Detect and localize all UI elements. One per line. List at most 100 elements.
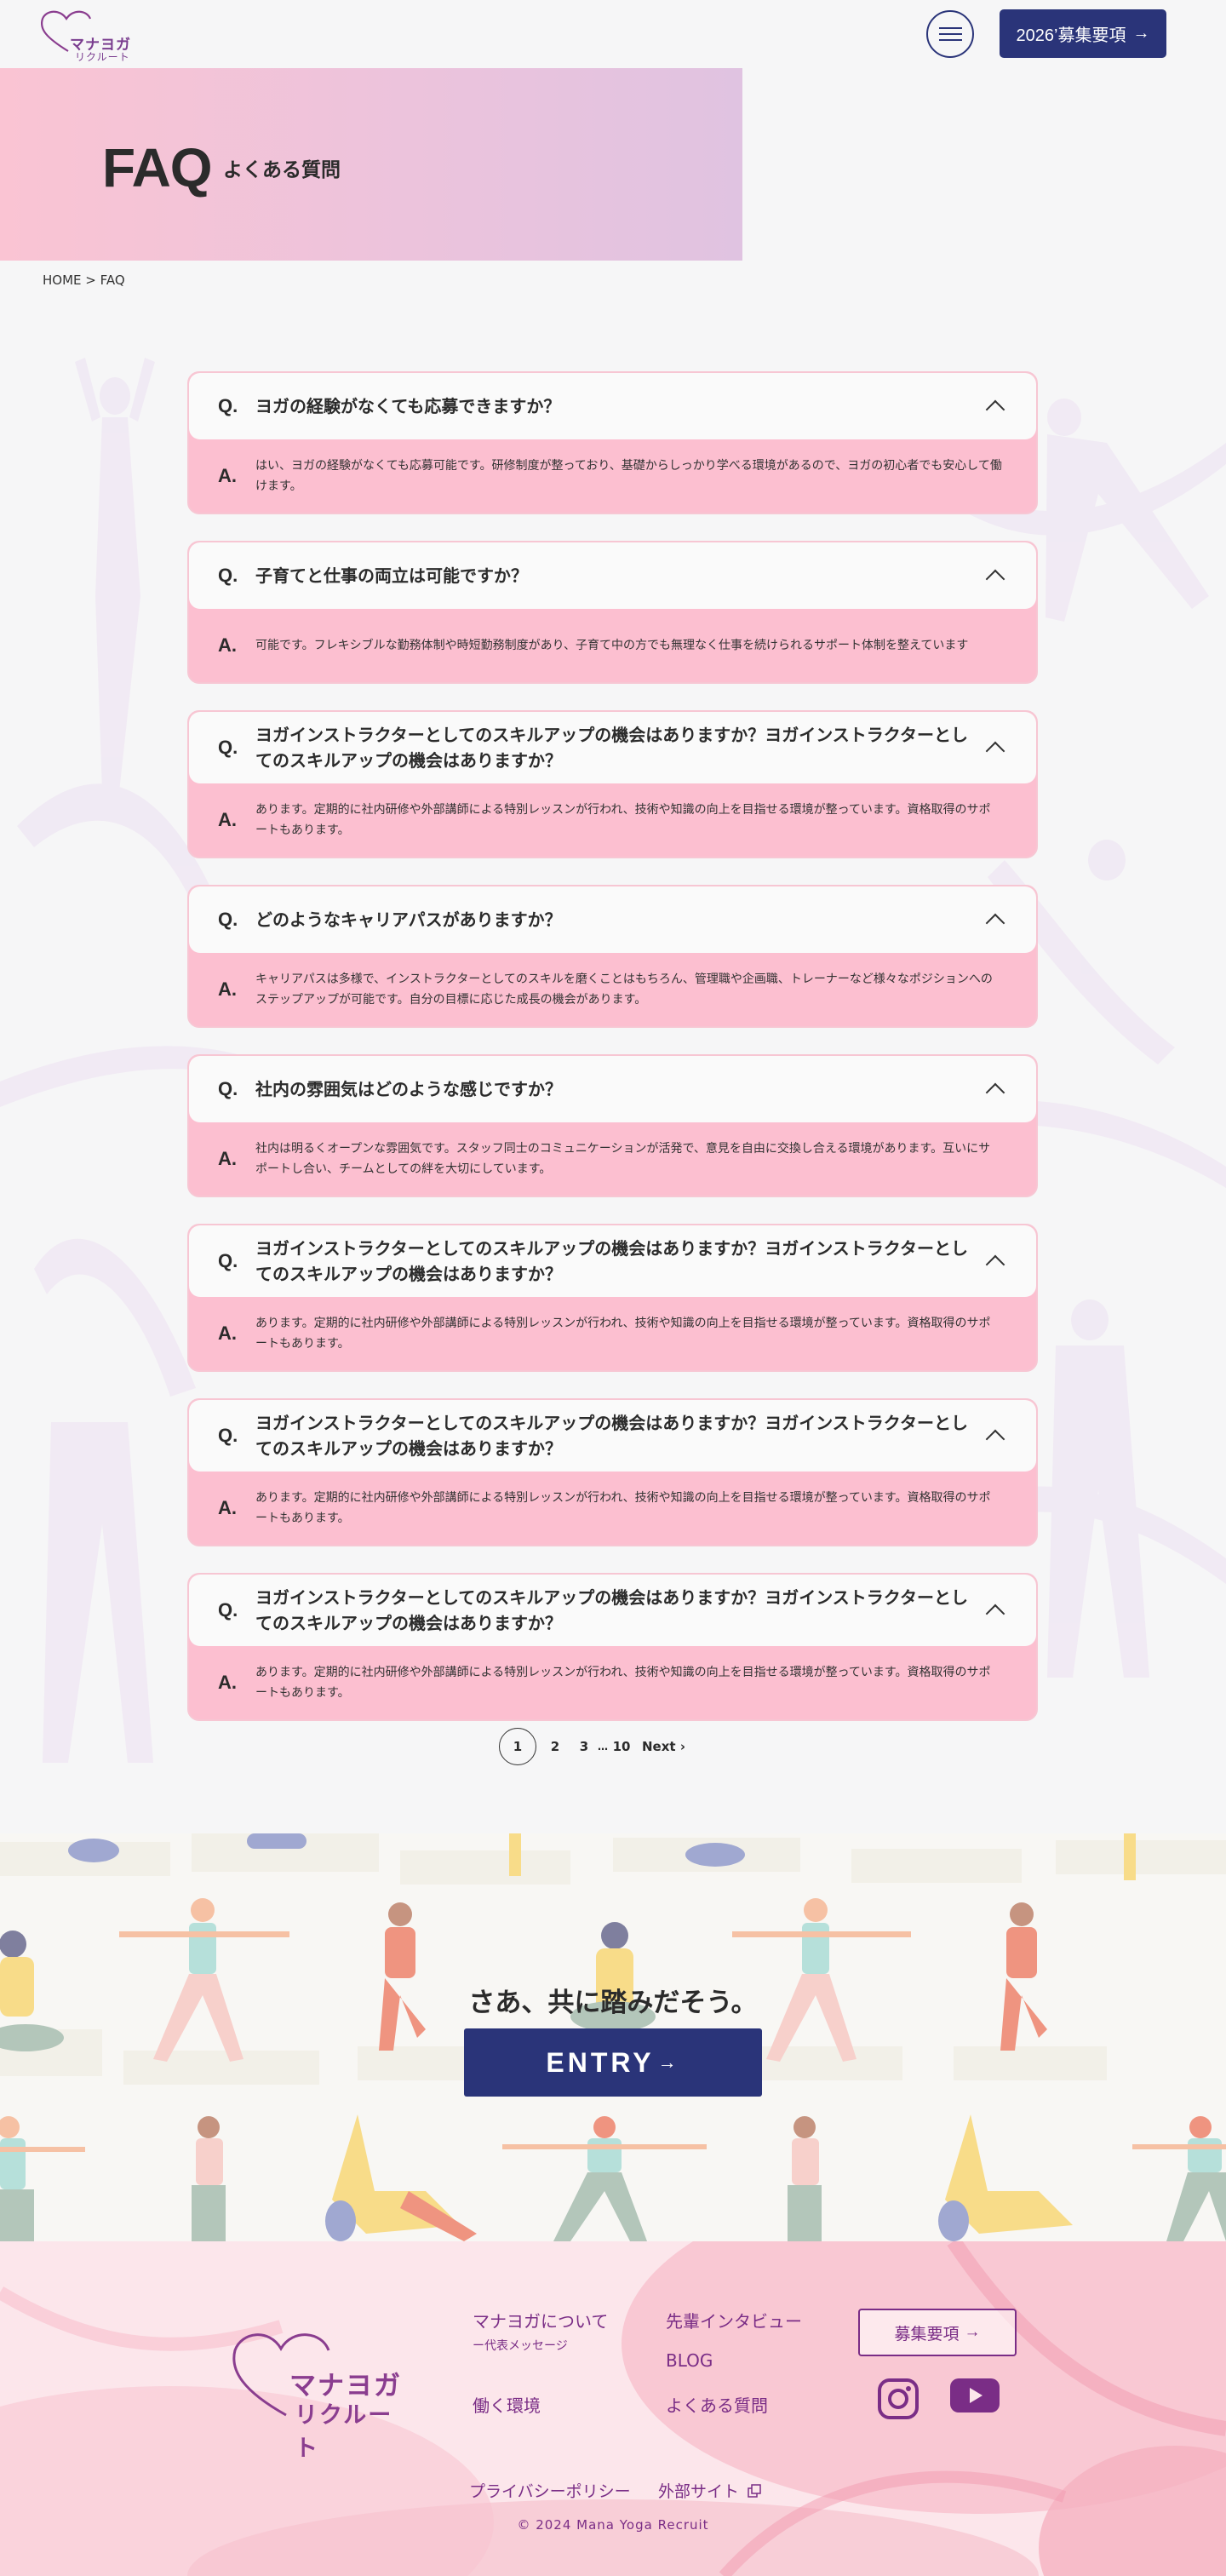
faq-item: Q. ヨガインストラクターとしてのスキルアップの機会はありますか？ヨガインストラ… xyxy=(187,1224,1038,1372)
question-mark-label: Q. xyxy=(218,737,238,758)
answer-mark-label: A. xyxy=(218,1148,237,1169)
answer-mark-label: A. xyxy=(218,809,237,830)
footer-link-blog[interactable]: BLOG xyxy=(666,2350,713,2371)
faq-question-toggle[interactable]: Q. ヨガインストラクターとしてのスキルアップの機会はありますか？ヨガインストラ… xyxy=(189,1400,1036,1472)
pagination-page-last[interactable]: 10 xyxy=(611,1728,632,1765)
chevron-up-icon xyxy=(985,913,1005,933)
page-title: FAQ xyxy=(102,137,213,198)
footer-link-about[interactable]: マナヨガについて xyxy=(473,2308,608,2332)
faq-question-toggle[interactable]: Q. 社内の雰囲気はどのような感じですか？ xyxy=(189,1056,1036,1122)
faq-question-toggle[interactable]: Q. どのようなキャリアパスがありますか？ xyxy=(189,886,1036,953)
faq-question-text: ヨガインストラクターとしてのスキルアップの機会はありますか？ヨガインストラクター… xyxy=(255,1238,968,1284)
pagination: 1 2 3 … 10 Next › xyxy=(499,1728,685,1765)
pagination-page-2[interactable]: 2 xyxy=(536,1728,574,1765)
footer-logo[interactable]: マナヨガ リクルート xyxy=(226,2323,414,2462)
pagination-page-3[interactable]: 3 xyxy=(574,1728,594,1765)
faq-question-toggle[interactable]: Q. ヨガインストラクターとしてのスキルアップの機会はありますか？ヨガインストラ… xyxy=(189,1225,1036,1297)
footer-recruit-button[interactable]: 募集要項 → xyxy=(858,2309,1017,2356)
footer-privacy-link[interactable]: プライバシーポリシー xyxy=(469,2479,631,2502)
footer-link-interview[interactable]: 先輩インタビュー xyxy=(666,2308,802,2332)
question-mark-label: Q. xyxy=(218,909,238,930)
chevron-up-icon xyxy=(985,741,1005,761)
faq-answer-text: あります。定期的に社内研修や外部講師による特別レッスンが行われ、技術や知識の向上… xyxy=(255,1317,991,1351)
hamburger-menu-button[interactable] xyxy=(926,10,974,58)
faq-answer: A. あります。定期的に社内研修や外部講師による特別レッスンが行われ、技術や知識… xyxy=(189,1297,1036,1370)
faq-list: Q. ヨガの経験がなくても応募できますか？ A. はい、ヨガの経験がなくても応募… xyxy=(187,371,1038,1747)
answer-mark-label: A. xyxy=(218,1322,237,1344)
entry-catchphrase: さあ、共に踏みだそう。 xyxy=(468,1988,758,2018)
question-mark-label: Q. xyxy=(218,395,238,416)
faq-question-text: ヨガインストラクターとしてのスキルアップの機会はありますか？ヨガインストラクター… xyxy=(255,725,968,771)
question-mark-label: Q. xyxy=(218,1250,238,1271)
chevron-up-icon xyxy=(985,1254,1005,1275)
faq-question-toggle[interactable]: Q. ヨガの経験がなくても応募できますか？ xyxy=(189,373,1036,439)
question-mark-label: Q. xyxy=(218,1599,238,1621)
faq-question-text: ヨガインストラクターとしてのスキルアップの機会はありますか？ヨガインストラクター… xyxy=(255,1587,968,1633)
faq-item: Q. ヨガインストラクターとしてのスキルアップの機会はありますか？ヨガインストラ… xyxy=(187,710,1038,858)
external-link-icon xyxy=(748,2484,761,2498)
breadcrumb-home-link[interactable]: HOME xyxy=(43,273,82,288)
chevron-right-icon: › xyxy=(679,1739,685,1754)
chevron-up-icon xyxy=(985,399,1005,420)
entry-button[interactable]: ENTRY → xyxy=(464,2028,762,2097)
footer-external-label: 外部サイト xyxy=(658,2482,740,2501)
entry-button-label: ENTRY xyxy=(546,2046,655,2078)
faq-question-toggle[interactable]: Q. 子育てと仕事の両立は可能ですか？ xyxy=(189,542,1036,609)
recruit-button-label: 2026’募集要項 xyxy=(1016,26,1126,45)
faq-question-text: 子育てと仕事の両立は可能ですか？ xyxy=(255,565,528,586)
faq-item: Q. ヨガの経験がなくても応募できますか？ A. はい、ヨガの経験がなくても応募… xyxy=(187,371,1038,514)
page-subtitle: よくある質問 xyxy=(223,159,341,181)
arrow-right-icon: → xyxy=(964,2323,981,2341)
question-mark-label: Q. xyxy=(218,1078,238,1099)
faq-answer: A. キャリアパスは多様で、インストラクターとしてのスキルを磨くことはもちろん、… xyxy=(189,953,1036,1026)
footer-link-message[interactable]: ー代表メッセージ xyxy=(473,2337,568,2354)
pagination-page-1[interactable]: 1 xyxy=(499,1728,536,1765)
pagination-ellipsis: … xyxy=(598,1741,608,1753)
faq-answer: A. あります。定期的に社内研修や外部講師による特別レッスンが行われ、技術や知識… xyxy=(189,783,1036,857)
faq-answer-text: 可能です。フレキシブルな勤務体制や時短勤務制度があり、子育て中の方でも無理なく仕… xyxy=(255,639,969,652)
pagination-next-link[interactable]: Next › xyxy=(642,1739,685,1754)
footer-link-environment[interactable]: 働く環境 xyxy=(473,2392,541,2417)
pagination-next-label: Next xyxy=(642,1739,676,1754)
chevron-up-icon xyxy=(985,1604,1005,1624)
faq-question-text: 社内の雰囲気はどのような感じですか？ xyxy=(255,1079,562,1099)
youtube-icon[interactable] xyxy=(950,2378,1000,2412)
hamburger-line xyxy=(939,27,962,29)
page-hero: FAQ よくある質問 xyxy=(0,68,742,261)
site-footer: マナヨガ リクルート マナヨガについて ー代表メッセージ 働く環境 先輩インタビ… xyxy=(0,2241,1226,2576)
arrow-right-icon: → xyxy=(657,2051,680,2073)
faq-item: Q. 子育てと仕事の両立は可能ですか？ A. 可能です。フレキシブルな勤務体制や… xyxy=(187,541,1038,684)
site-header: マナヨガ リクルート 2026’募集要項 → xyxy=(0,0,1226,68)
recruit-requirements-button[interactable]: 2026’募集要項 → xyxy=(1000,9,1166,58)
faq-answer: A. あります。定期的に社内研修や外部講師による特別レッスンが行われ、技術や知識… xyxy=(189,1472,1036,1545)
faq-answer-text: あります。定期的に社内研修や外部講師による特別レッスンが行われ、技術や知識の向上… xyxy=(255,1491,991,1525)
question-mark-label: Q. xyxy=(218,1425,238,1446)
hamburger-line xyxy=(939,39,962,41)
faq-item: Q. どのようなキャリアパスがありますか？ A. キャリアパスは多様で、インスト… xyxy=(187,885,1038,1028)
faq-answer: A. はい、ヨガの経験がなくても応募可能です。研修制度が整っており、基礎からしっ… xyxy=(189,439,1036,513)
site-logo[interactable]: マナヨガ リクルート xyxy=(37,7,140,66)
answer-mark-label: A. xyxy=(218,1497,237,1518)
breadcrumb-separator: > xyxy=(81,273,100,288)
copyright-text: © 2024 Mana Yoga Recruit xyxy=(517,2517,709,2533)
arrow-right-icon: → xyxy=(1132,24,1150,43)
instagram-icon[interactable] xyxy=(877,2378,920,2420)
chevron-up-icon xyxy=(985,1429,1005,1449)
footer-link-faq[interactable]: よくある質問 xyxy=(666,2392,768,2417)
question-mark-label: Q. xyxy=(218,565,238,586)
faq-answer-text: あります。定期的に社内研修や外部講師による特別レッスンが行われ、技術や知識の向上… xyxy=(255,803,991,837)
breadcrumb-current: FAQ xyxy=(100,273,125,288)
hamburger-line xyxy=(939,33,962,35)
faq-question-toggle[interactable]: Q. ヨガインストラクターとしてのスキルアップの機会はありますか？ヨガインストラ… xyxy=(189,1575,1036,1646)
faq-answer-text: はい、ヨガの経験がなくても応募可能です。研修制度が整っており、基礎からしっかり学… xyxy=(255,459,1002,493)
faq-question-toggle[interactable]: Q. ヨガインストラクターとしてのスキルアップの機会はありますか？ヨガインストラ… xyxy=(189,712,1036,783)
answer-mark-label: A. xyxy=(218,1672,237,1693)
faq-question-text: ヨガの経験がなくても応募できますか？ xyxy=(255,396,561,416)
faq-question-text: どのようなキャリアパスがありますか？ xyxy=(255,909,562,930)
footer-external-site-link[interactable]: 外部サイト xyxy=(658,2479,761,2502)
faq-answer-text: 社内は明るくオープンな雰囲気です。スタッフ同士のコミュニケーションが活発で、意見… xyxy=(255,1142,991,1176)
faq-answer-text: キャリアパスは多様で、インストラクターとしてのスキルを磨くことはもちろん、管理職… xyxy=(255,972,993,1007)
faq-item: Q. ヨガインストラクターとしてのスキルアップの機会はありますか？ヨガインストラ… xyxy=(187,1573,1038,1721)
logo-text-sub: リクルート xyxy=(75,51,130,63)
chevron-up-icon xyxy=(985,1082,1005,1103)
